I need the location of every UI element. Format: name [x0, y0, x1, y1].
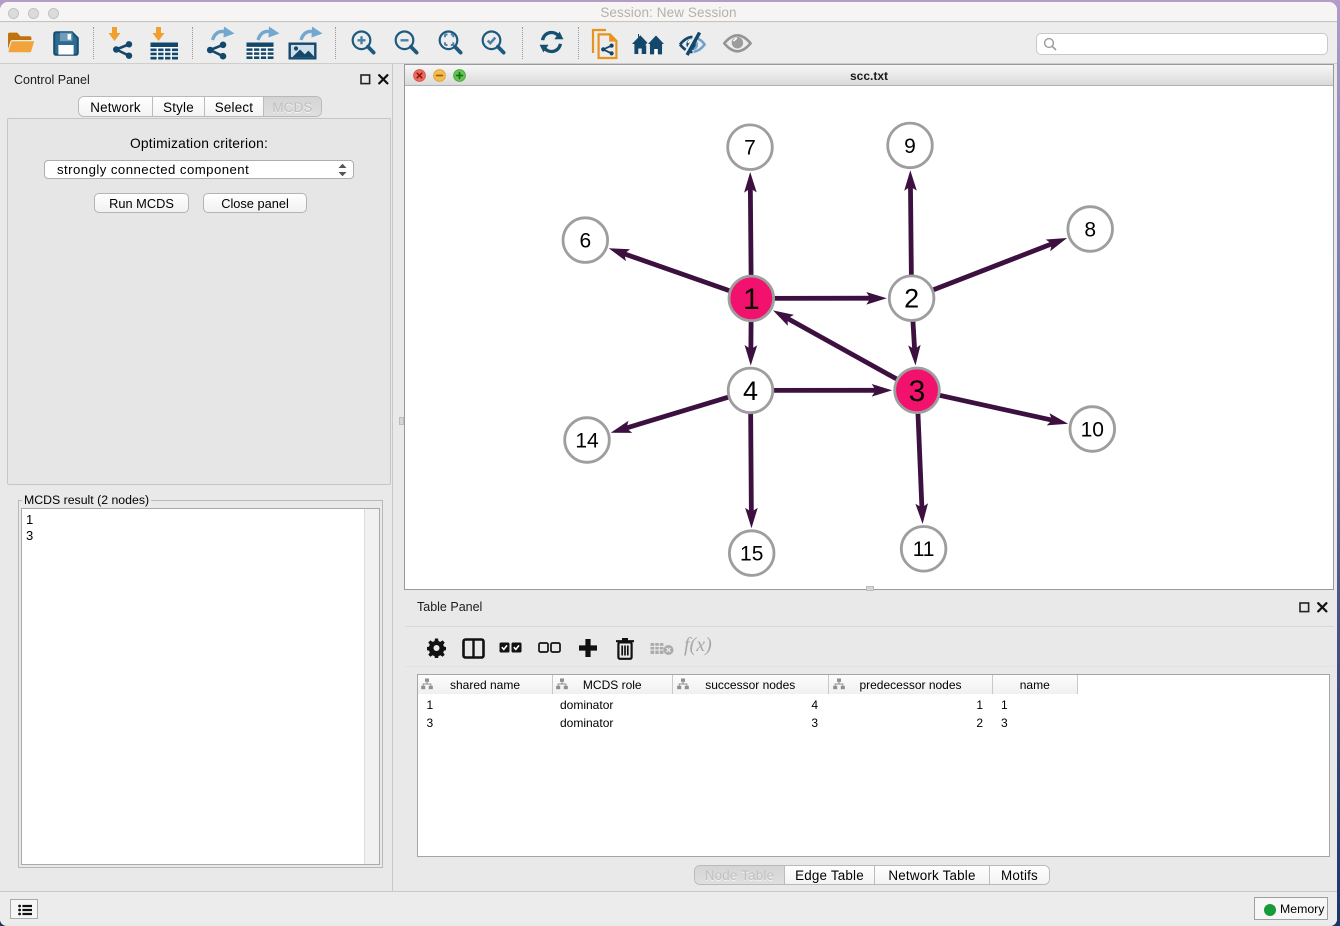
svg-text:1: 1	[743, 283, 760, 316]
svg-text:6: 6	[579, 229, 591, 252]
svg-text:3: 3	[909, 375, 926, 408]
svg-text:15: 15	[740, 543, 763, 566]
svg-text:4: 4	[743, 376, 758, 406]
svg-text:14: 14	[575, 429, 599, 452]
svg-text:11: 11	[913, 538, 935, 561]
svg-text:7: 7	[744, 137, 756, 160]
svg-text:9: 9	[904, 135, 916, 158]
svg-text:8: 8	[1084, 218, 1096, 241]
svg-text:2: 2	[904, 284, 919, 314]
svg-text:10: 10	[1081, 418, 1104, 441]
